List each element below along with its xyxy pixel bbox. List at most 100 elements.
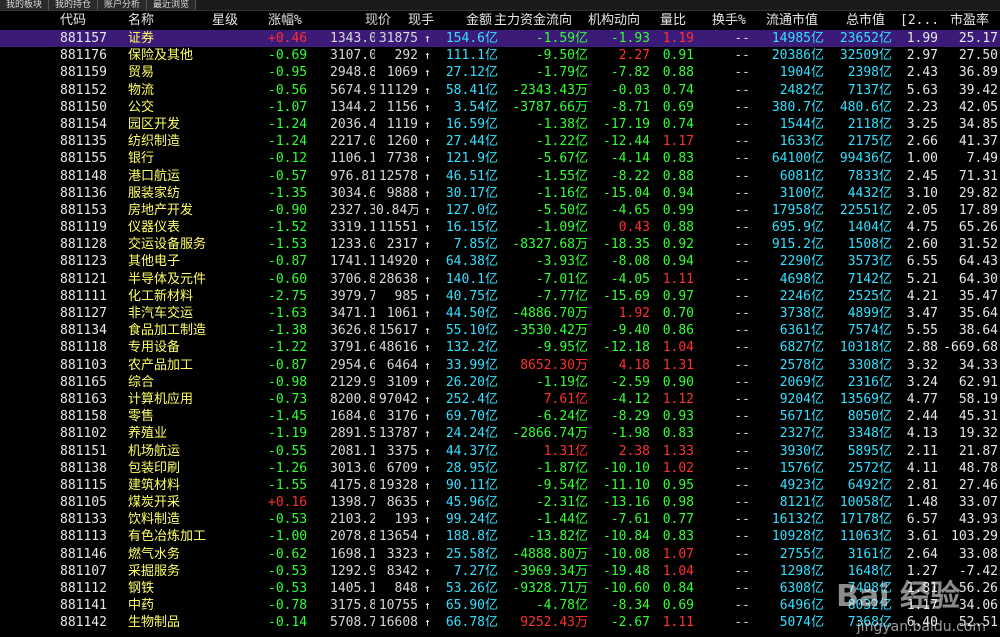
table-row[interactable]: 881133饮料制造-0.532103.289193↑99.24亿-1.44亿-…	[0, 511, 1000, 528]
tab-recent-views[interactable]: 最近浏览	[147, 0, 197, 10]
row-code: 881128	[60, 237, 107, 253]
row-pe: 29.82	[958, 185, 998, 201]
table-row[interactable]: 881111化工新材料-2.753979.790985↑40.75亿-7.77亿…	[0, 288, 1000, 305]
table-row[interactable]: 881113有色冶炼加工-1.002078.82413654↑188.8亿-13…	[0, 528, 1000, 545]
table-row[interactable]: 881134食品加工制造-1.383626.86815617↑55.10亿-35…	[0, 322, 1000, 339]
table-row[interactable]: 881121半导体及元件-0.603706.83028638↑140.1亿-7.…	[0, 271, 1000, 288]
up-arrow-icon: ↑	[424, 478, 431, 492]
row-institution: -4.14	[610, 151, 650, 167]
table-row[interactable]: 881142生物制品-0.145708.76916608↑66.78亿9252.…	[0, 614, 1000, 631]
tab-my-holdings[interactable]: 我的持仓	[49, 0, 99, 10]
row-total-cap: 7142亿	[847, 271, 892, 287]
row-col12: 4.75	[906, 220, 938, 236]
col-header-institution[interactable]: 机构动向	[588, 11, 640, 30]
col-header-star[interactable]: 星级	[212, 11, 238, 30]
row-price: 1698.125	[330, 546, 375, 562]
table-row[interactable]: 881115建筑材料-1.554175.88119328↑90.11亿-9.54…	[0, 477, 1000, 494]
table-row[interactable]: 881105煤炭开采+0.161398.7138635↑45.96亿-2.31亿…	[0, 494, 1000, 511]
col-header-turnover[interactable]: 换手%	[712, 11, 746, 30]
table-row[interactable]: 881119仪器仪表-1.523319.14711551↑16.15亿-1.09…	[0, 219, 1000, 236]
col-header-amount[interactable]: 金额	[466, 11, 492, 30]
row-volume-ratio: 1.04	[662, 340, 694, 356]
table-row[interactable]: 881157证券+0.461343.05031875↑154.6亿-1.59亿-…	[0, 30, 1000, 48]
row-volume-ratio: 0.77	[662, 512, 694, 528]
row-col12: 3.47	[906, 306, 938, 321]
row-code: 881165	[60, 374, 107, 390]
tab-account-analysis[interactable]: 账户分析	[98, 0, 148, 10]
row-float-cap: 5671亿	[779, 409, 824, 425]
row-name: 饮料制造	[128, 512, 181, 528]
up-arrow-icon: ↑	[424, 375, 431, 389]
row-name: 证券	[128, 31, 155, 46]
col-header-total-cap[interactable]: 总市值	[846, 11, 885, 30]
table-row[interactable]: 881151机场航运-0.552081.1463375↑44.37亿1.31亿2…	[0, 443, 1000, 460]
table-row[interactable]: 881165综合-0.982129.9673109↑26.20亿-1.19亿-2…	[0, 374, 1000, 391]
table-row[interactable]: 881176保险及其他-0.693107.037292↑111.1亿-9.50亿…	[0, 47, 1000, 64]
table-row[interactable]: 881135纺织制造-1.242217.0841260↑27.44亿-1.22亿…	[0, 133, 1000, 150]
row-price: 1344.283	[330, 99, 375, 115]
col-header-float-cap[interactable]: 流通市值	[766, 11, 818, 30]
col-header-change-pct[interactable]: 涨幅%	[268, 11, 348, 30]
row-float-cap: 6827亿	[779, 340, 824, 356]
row-institution: -4.65	[610, 202, 650, 218]
table-row[interactable]: 881152物流-0.565674.94811129↑58.41亿-2343.4…	[0, 82, 1000, 99]
col-header-pe[interactable]: 市盈率	[950, 11, 989, 30]
row-float-cap: 1904亿	[779, 65, 824, 81]
table-row[interactable]: 881123其他电子-0.871741.13014920↑64.38亿-3.93…	[0, 253, 1000, 270]
row-code: 881115	[60, 477, 107, 493]
row-price: 3034.625	[330, 185, 375, 201]
row-float-cap: 915.2亿	[771, 237, 824, 253]
table-row[interactable]: 881127非汽车交运-1.633471.1511061↑44.50亿-4886…	[0, 305, 1000, 322]
row-col12: 4.21	[906, 288, 938, 304]
row-turnover: --	[734, 306, 750, 321]
row-name: 纺织制造	[128, 134, 181, 150]
table-row[interactable]: 881159贸易-0.952948.8661069↑27.12亿-1.79亿-7…	[0, 64, 1000, 81]
row-turnover: --	[734, 409, 750, 425]
table-row[interactable]: 881158零售-1.451684.0583176↑69.70亿-6.24亿-8…	[0, 408, 1000, 425]
row-volume-ratio: 1.19	[662, 31, 694, 46]
row-float-cap: 2246亿	[779, 288, 824, 304]
col-header-volume[interactable]: 现手	[408, 11, 434, 30]
row-main-flow: -1.79亿	[535, 65, 588, 81]
row-price: 2081.146	[330, 443, 375, 459]
table-row[interactable]: 881150公交-1.071344.2831156↑3.54亿-3787.66万…	[0, 99, 1000, 116]
col-header-volume-ratio[interactable]: 量比	[660, 11, 686, 30]
row-code: 881103	[60, 357, 107, 373]
table-row[interactable]: 881146燃气水务-0.621698.1253323↑25.58亿-4888.…	[0, 546, 1000, 563]
table-row[interactable]: 881103农产品加工-0.872954.6176464↑33.99亿8652.…	[0, 357, 1000, 374]
up-arrow-icon: ↑	[424, 599, 431, 613]
table-row[interactable]: 881148港口航运-0.57976.81512578↑46.51亿-1.55亿…	[0, 168, 1000, 185]
row-main-flow: -9.95亿	[535, 340, 588, 356]
row-price: 3107.037	[330, 48, 375, 64]
row-pe: 33.08	[958, 546, 998, 562]
table-row[interactable]: 881102养殖业-1.192891.50413787↑24.24亿-2866.…	[0, 425, 1000, 442]
up-arrow-icon: ↑	[424, 616, 431, 630]
table-row[interactable]: 881163计算机应用-0.738200.80497042↑252.4亿7.61…	[0, 391, 1000, 408]
col-header-main-flow[interactable]: 主力资金流向	[494, 11, 572, 30]
row-amount: 154.6亿	[445, 31, 498, 46]
up-arrow-icon: ↑	[424, 392, 431, 406]
row-volume-ratio: 0.74	[662, 82, 694, 98]
table-row[interactable]: 881136服装家纺-1.353034.6259888↑30.17亿-1.16亿…	[0, 185, 1000, 202]
row-amount: 30.17亿	[445, 185, 498, 201]
up-arrow-icon: ↑	[424, 513, 431, 527]
table-row[interactable]: 881155银行-0.121106.1317738↑121.9亿-5.67亿-4…	[0, 150, 1000, 167]
row-volume-ratio: 0.83	[662, 151, 694, 167]
tab-my-sectors[interactable]: 我的板块	[0, 0, 50, 10]
row-main-flow: -8327.68万	[512, 237, 588, 253]
row-institution: -15.69	[603, 288, 650, 304]
row-volume-ratio: 0.93	[662, 409, 694, 425]
row-turnover: --	[734, 168, 750, 184]
table-row[interactable]: 881154园区开发-1.242036.4381119↑16.59亿-1.38亿…	[0, 116, 1000, 133]
table-row[interactable]: 881128交运设备服务-1.531233.0822317↑7.85亿-8327…	[0, 236, 1000, 253]
table-row[interactable]: 881138包装印刷-1.263013.0886709↑28.95亿-1.87亿…	[0, 460, 1000, 477]
col-header-code[interactable]: 代码	[60, 11, 120, 30]
col-header-col12[interactable]: [2...	[900, 11, 939, 30]
table-row[interactable]: 881118专用设备-1.223791.67148616↑132.2亿-9.95…	[0, 339, 1000, 356]
row-amount: 7.27亿	[453, 563, 498, 579]
table-row[interactable]: 881153房地产开发-0.902327.3300.84万↑127.0亿-5.5…	[0, 202, 1000, 219]
row-name: 养殖业	[128, 426, 168, 442]
row-main-flow: -7.77亿	[535, 288, 588, 304]
col-header-price[interactable]: 现价	[346, 11, 391, 30]
row-turnover: --	[734, 31, 750, 46]
